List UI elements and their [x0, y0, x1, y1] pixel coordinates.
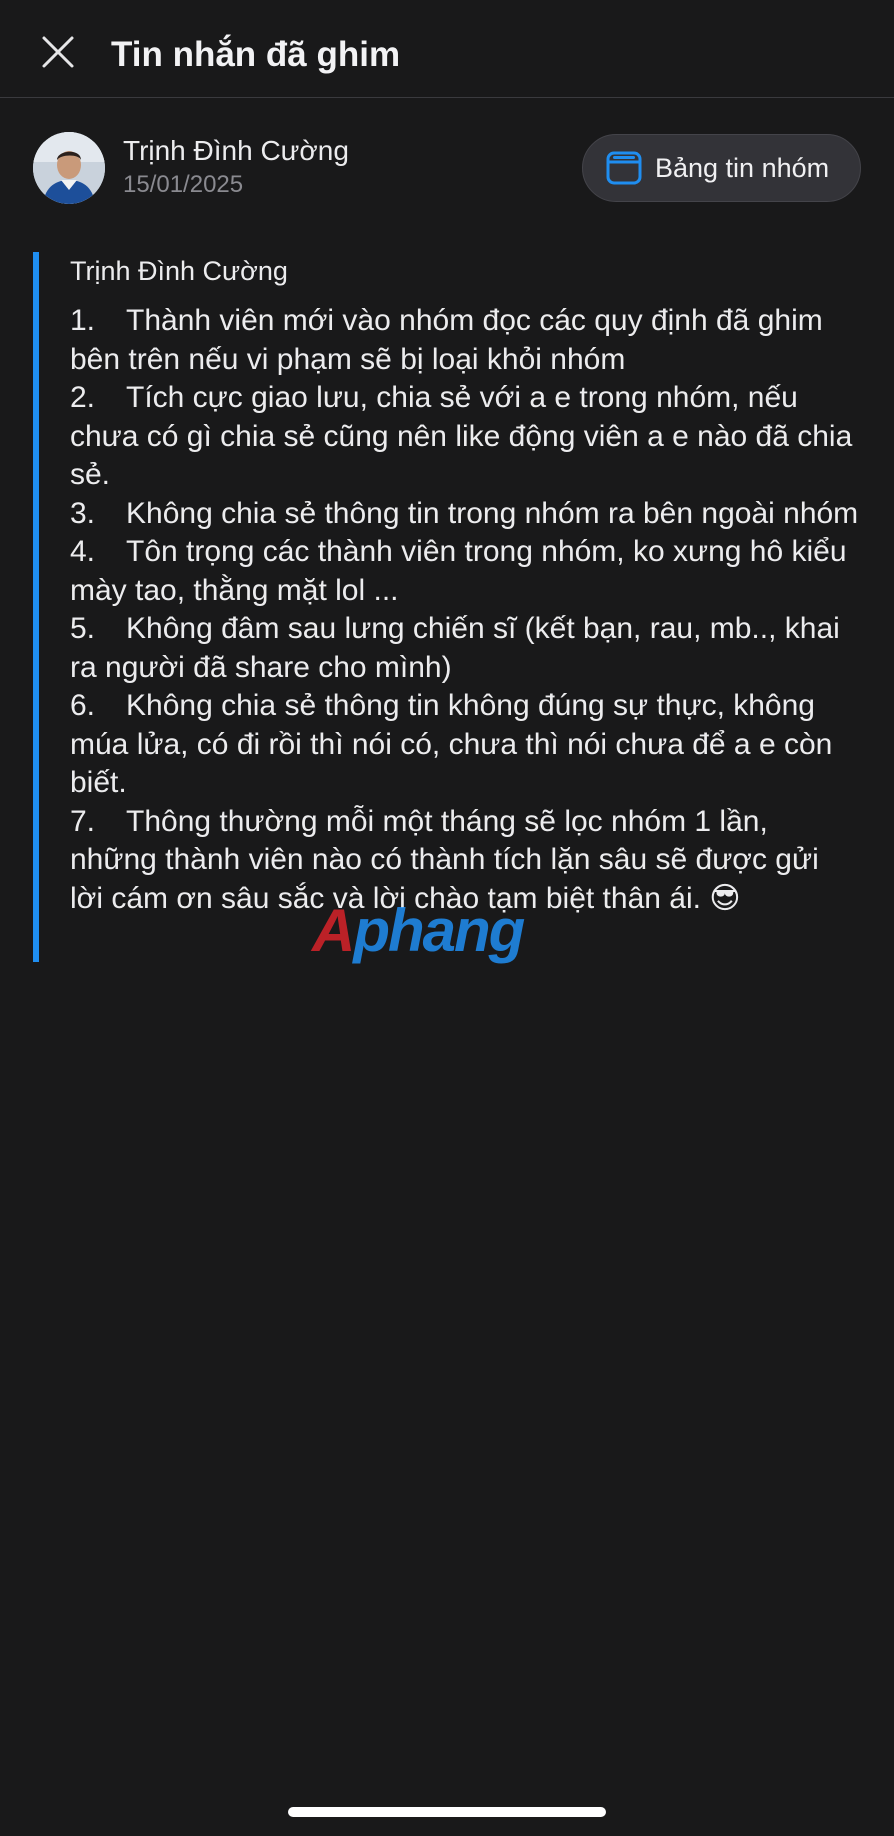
rule-text: Tích cực giao lưu, chia sẻ với a e trong…	[70, 381, 853, 491]
news-feed-icon	[605, 149, 643, 187]
home-indicator[interactable]	[288, 1807, 606, 1817]
rule-number: 3.	[70, 496, 96, 530]
message-sender: Trịnh Đình Cường	[70, 256, 288, 286]
post-date: 15/01/2025	[123, 171, 244, 198]
group-feed-button[interactable]: Bảng tin nhóm	[582, 134, 861, 202]
rule-text: Không chia sẻ thông tin không đúng sự th…	[70, 689, 833, 799]
rule-number: 6.	[70, 689, 96, 722]
rule-number: 1.	[70, 304, 96, 337]
rule-item: 2. Tích cực giao lưu, chia sẻ với a e tro…	[70, 379, 860, 495]
rule-text: Không đâm sau lưng chiến sĩ (kết bạn, ra…	[70, 612, 840, 684]
pinned-message: Trịnh Đình Cường 1. Thành viên mới vào nh…	[33, 252, 858, 962]
author-name[interactable]: Trịnh Đình Cường	[123, 134, 349, 168]
rule-item: 3. Không chia sẻ thông tin trong nhóm ra …	[70, 495, 860, 534]
avatar[interactable]	[33, 132, 105, 204]
rule-item: 1. Thành viên mới vào nhóm đọc các quy đị…	[70, 302, 860, 379]
rule-text: Tôn trọng các thành viên trong nhóm, ko …	[70, 535, 847, 607]
header-bar: Tin nhắn đã ghim	[0, 0, 894, 98]
group-feed-label: Bảng tin nhóm	[655, 152, 830, 183]
page-title: Tin nhắn đã ghim	[111, 35, 401, 74]
message-body: 1. Thành viên mới vào nhóm đọc các quy đị…	[70, 302, 860, 918]
rule-item: 7. Thông thường mỗi một tháng sẽ lọc nhóm…	[70, 803, 860, 919]
close-icon	[42, 36, 74, 68]
rule-number: 5.	[70, 612, 96, 645]
rule-item: 6. Không chia sẻ thông tin không đúng sự …	[70, 687, 860, 803]
rule-item: 4. Tôn trọng các thành viên trong nhóm, k…	[70, 533, 860, 610]
rule-number: 4.	[70, 535, 96, 568]
rule-text: Thành viên mới vào nhóm đọc các quy định…	[70, 304, 823, 376]
close-button[interactable]	[36, 30, 80, 74]
rule-number: 2.	[70, 381, 96, 414]
rule-item: 5. Không đâm sau lưng chiến sĩ (kết bạn, …	[70, 610, 860, 687]
rule-text: Không chia sẻ thông tin trong nhóm ra bê…	[126, 496, 859, 530]
rule-number: 7.	[70, 804, 96, 838]
rule-text: Thông thường mỗi một tháng sẽ lọc nhóm 1…	[70, 804, 819, 915]
author-row: Trịnh Đình Cường 15/01/2025 Bảng tin nhó…	[0, 98, 894, 228]
